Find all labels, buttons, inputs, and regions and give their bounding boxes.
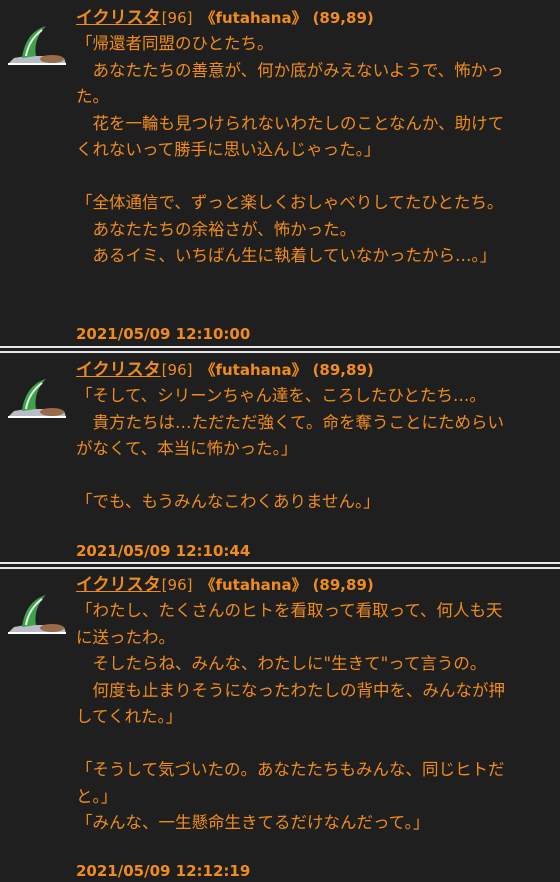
character-avatar (8, 595, 66, 634)
character-level: [96] (161, 361, 193, 379)
post-header: イクリスタ[96] 《futahana》 (89,89) (76, 8, 374, 28)
character-name-link[interactable]: イクリスタ (76, 575, 161, 595)
character-name-link[interactable]: イクリスタ (76, 360, 161, 380)
post-header: イクリスタ[96] 《futahana》 (89,89) (76, 575, 374, 595)
character-name-link[interactable]: イクリスタ (76, 8, 161, 28)
chat-post: イクリスタ[96] 《futahana》 (89,89) 「わたし、たくさんのヒトを… (0, 569, 560, 882)
chat-post: イクリスタ[96] 《futahana》 (89,89) 「帰還者同盟のひとたち。 … (0, 0, 560, 346)
character-level: [96] (161, 576, 193, 594)
message-text: 「わたし、たくさんのヒトを看取って看取って、何人も天に送ったわ。 そしたらね、み… (76, 601, 505, 832)
post-timestamp: 2021/05/09 12:12:19 (76, 862, 251, 880)
post-divider (0, 346, 560, 353)
character-id: 《futahana》 (200, 9, 307, 27)
post-divider (0, 562, 560, 569)
character-level: [96] (161, 9, 193, 27)
map-coordinates: (89,89) (312, 576, 374, 594)
character-avatar (8, 379, 66, 418)
character-id: 《futahana》 (200, 576, 307, 594)
post-timestamp: 2021/05/09 12:10:00 (76, 325, 251, 343)
message-text: 「帰還者同盟のひとたち。 あなたたちの善意が、何か底がみえないようで、怖かった。… (76, 34, 505, 265)
chat-post: イクリスタ[96] 《futahana》 (89,89) 「そして、シリーンちゃん達… (0, 353, 560, 562)
message-text: 「そして、シリーンちゃん達を、ころしたひとたち…。 貴方たちは…ただただ強くて。… (76, 386, 505, 511)
post-timestamp: 2021/05/09 12:10:44 (76, 542, 251, 560)
character-id: 《futahana》 (200, 361, 307, 379)
character-avatar (8, 26, 66, 65)
post-header: イクリスタ[96] 《futahana》 (89,89) (76, 360, 374, 380)
map-coordinates: (89,89) (312, 9, 374, 27)
map-coordinates: (89,89) (312, 361, 374, 379)
